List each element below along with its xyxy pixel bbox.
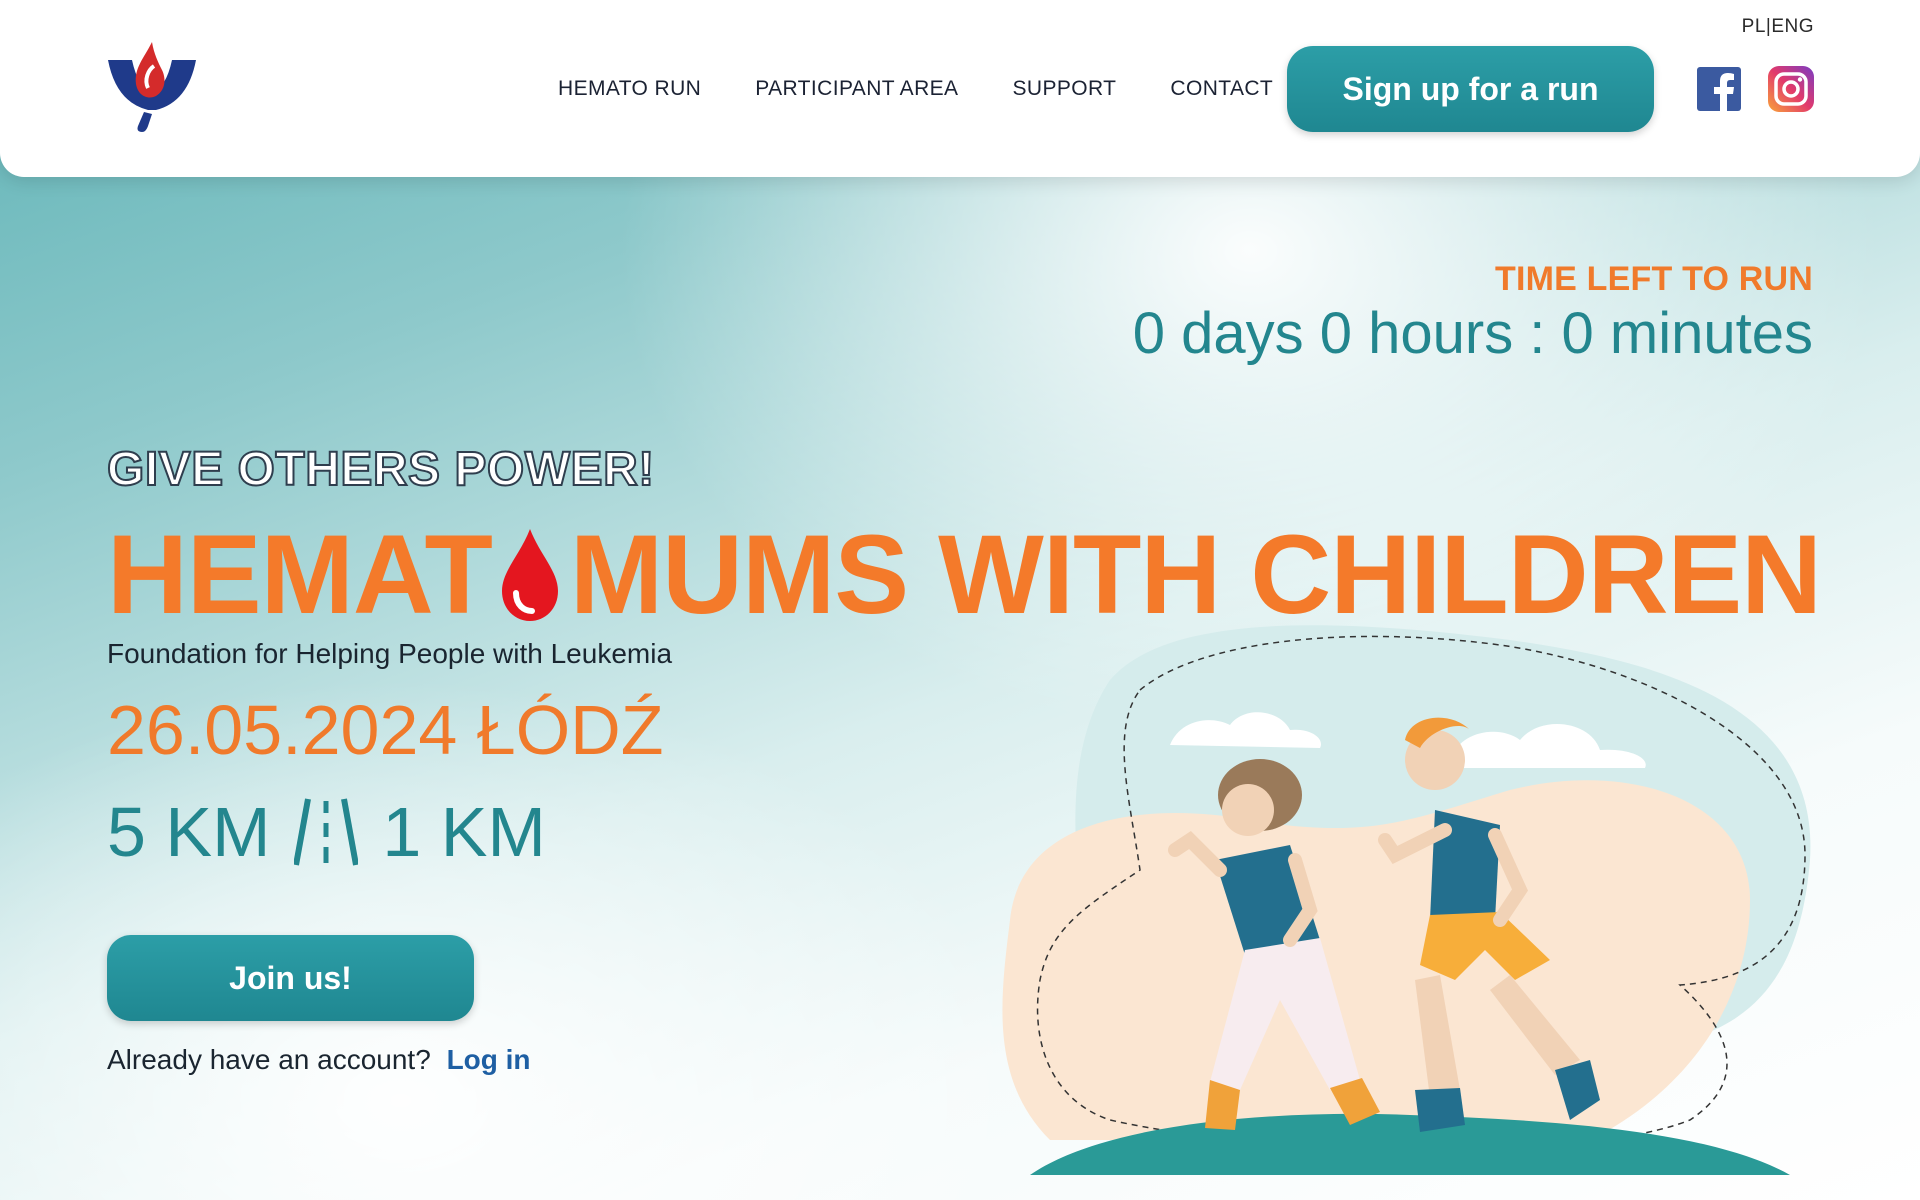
nav-support[interactable]: SUPPORT [1012,77,1116,101]
title-part-1: HEMAT [107,512,493,637]
join-button[interactable]: Join us! [107,935,474,1021]
account-prompt-line: Already have an account? Log in [107,1044,531,1076]
facebook-icon[interactable] [1697,67,1741,111]
logo[interactable] [104,40,200,136]
distance-1km: 1 KM [382,793,546,871]
hero-tagline: GIVE OTHERS POWER! [106,442,655,497]
countdown-label: TIME LEFT TO RUN [1495,260,1813,298]
nav-participant-area[interactable]: PARTICIPANT AREA [755,77,958,101]
nav-contact[interactable]: CONTACT [1170,77,1273,101]
running-family-illustration [1002,625,1811,1175]
distance-5km: 5 KM [107,793,271,871]
login-link[interactable]: Log in [447,1044,531,1075]
instagram-icon[interactable] [1768,66,1814,112]
countdown-value: 0 days 0 hours : 0 minutes [1132,301,1813,366]
language-switch[interactable]: PL|ENG [1742,16,1814,38]
road-icon [294,798,359,866]
sign-up-button[interactable]: Sign up for a run [1287,46,1654,132]
event-date: 26.05.2024 ŁÓDŹ [107,691,664,769]
blood-drop-icon [501,528,558,621]
main-nav: HEMATO RUN PARTICIPANT AREA SUPPORT CONT… [558,77,1327,101]
account-prompt: Already have an account? [107,1044,431,1075]
nav-hemato-run[interactable]: HEMATO RUN [558,77,701,101]
site-header: PL|ENG HEMATO RUN PARTICIPANT AREA SUPPO… [0,0,1920,177]
distances: 5 KM 1 KM [107,792,546,872]
foundation-subtitle: Foundation for Helping People with Leuke… [107,638,673,669]
